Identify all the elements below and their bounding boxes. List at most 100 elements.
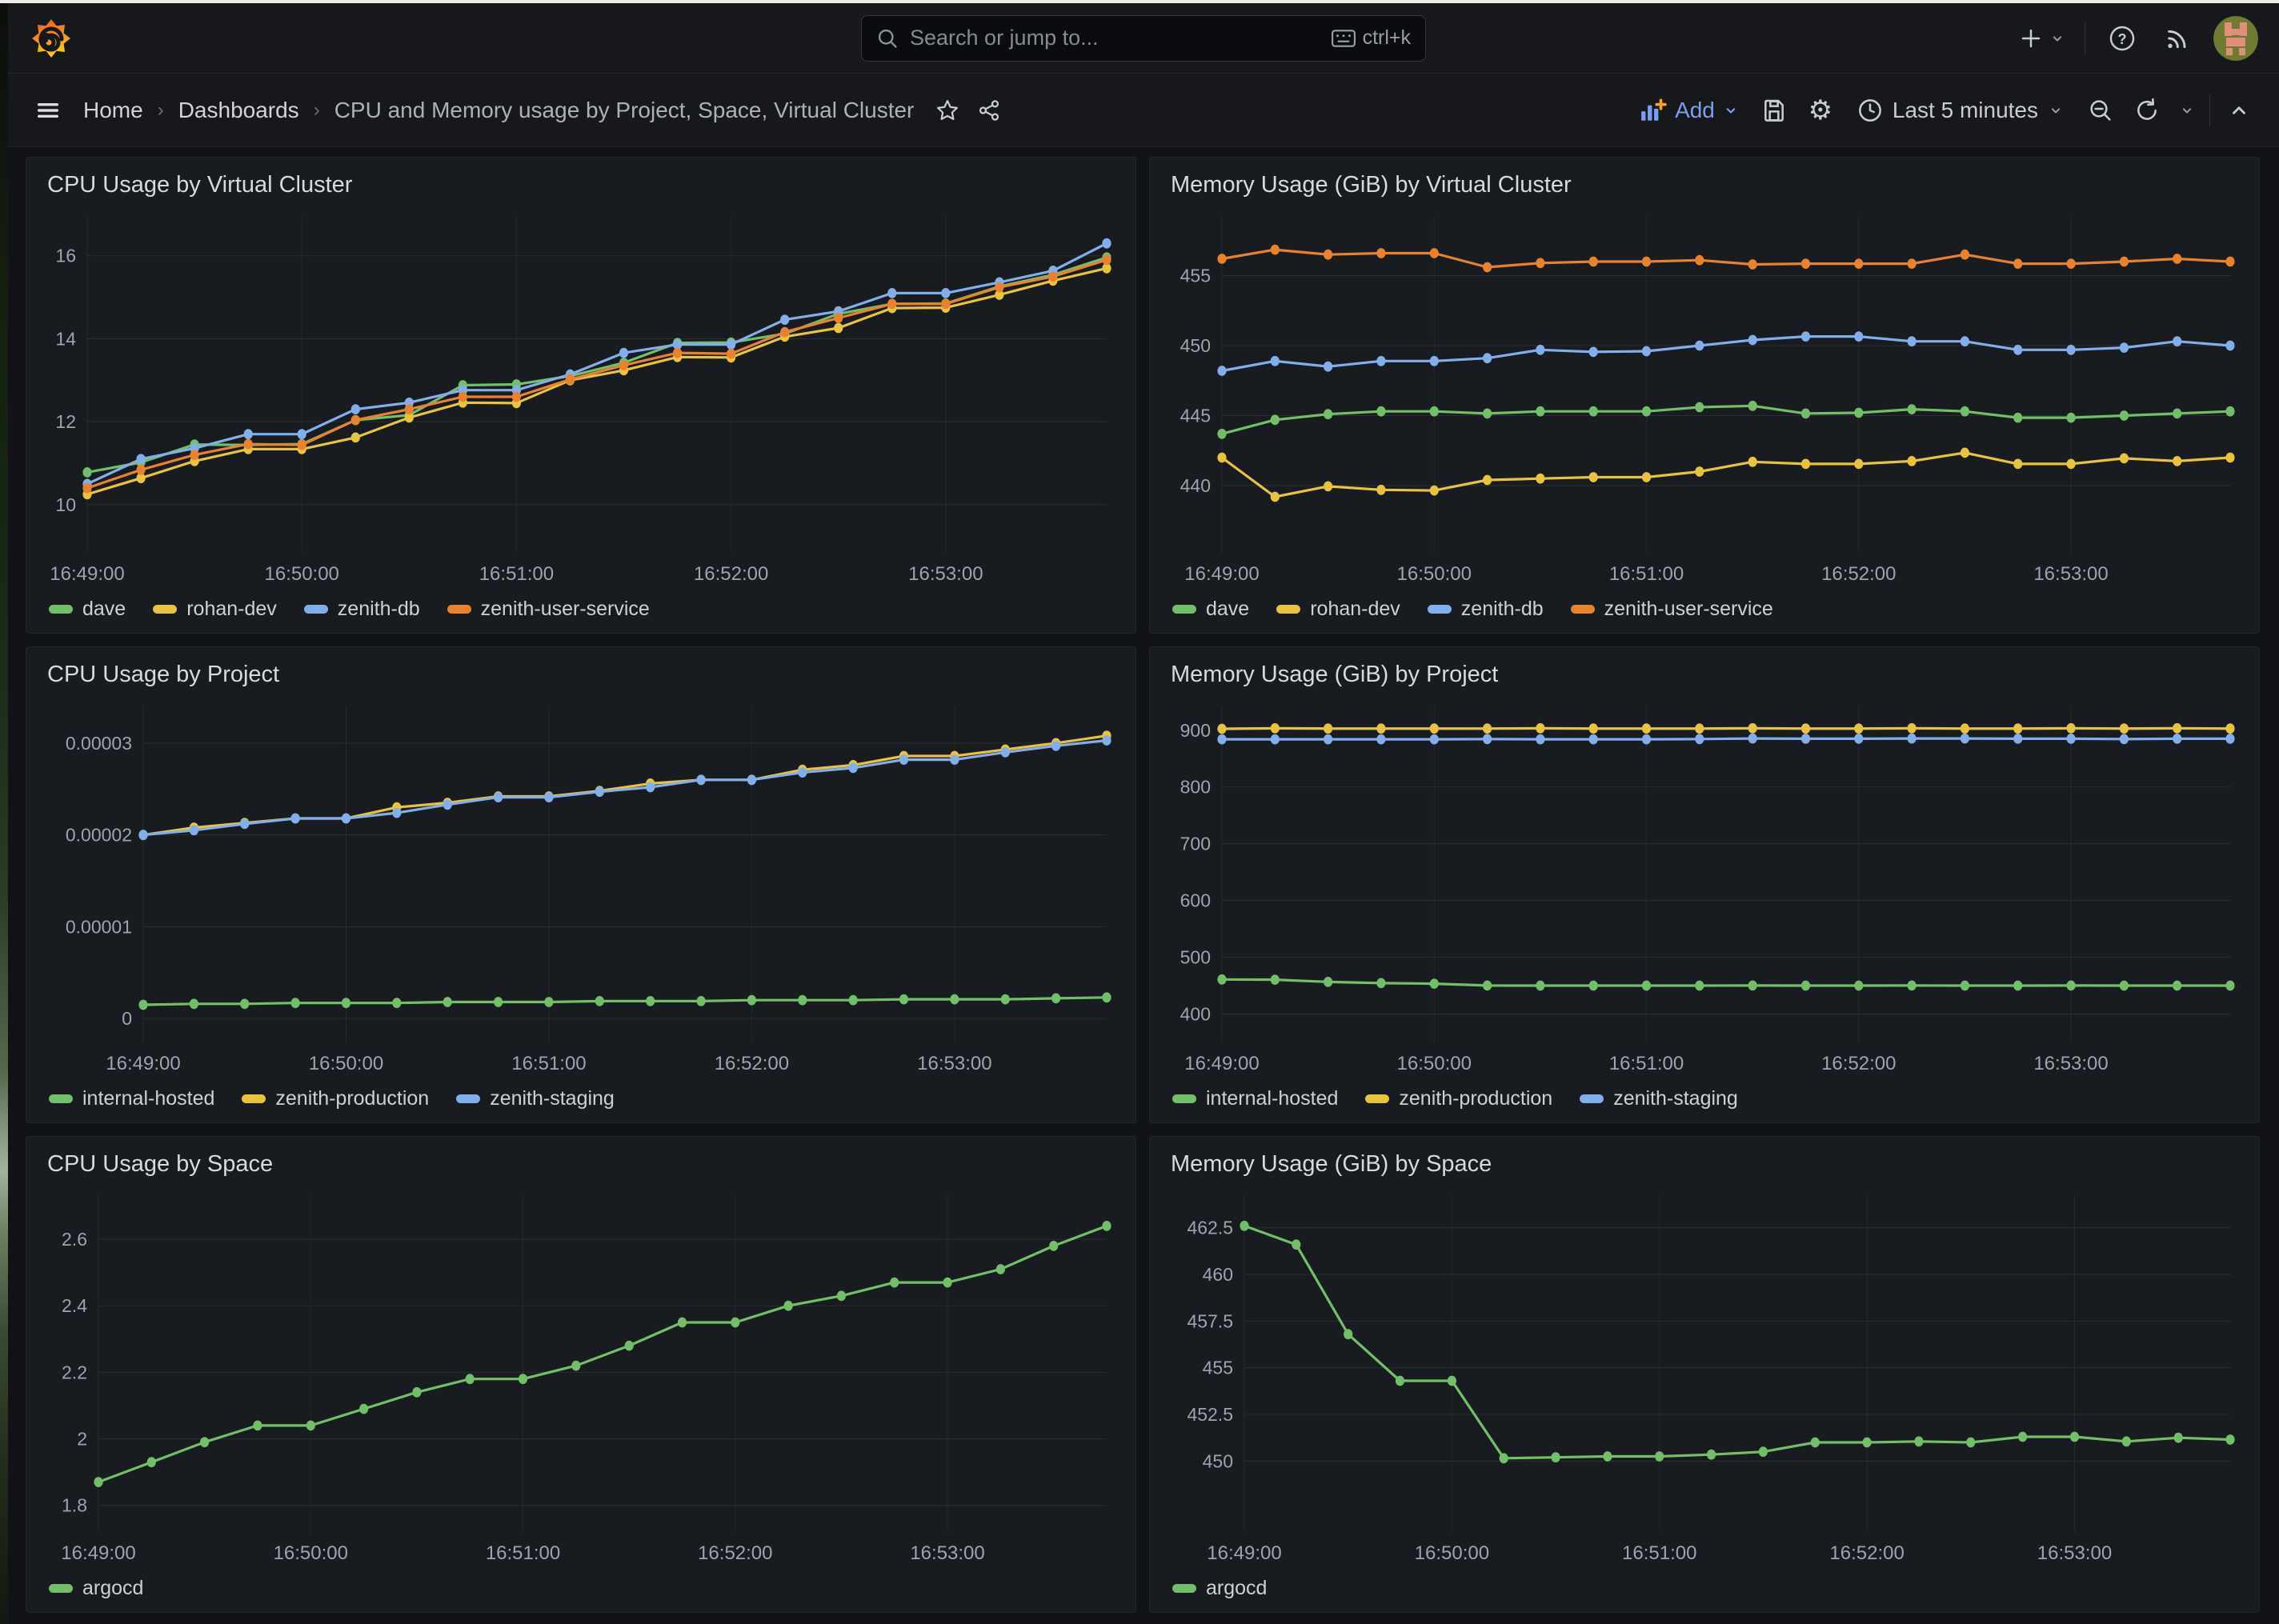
legend-series-color: [49, 1094, 73, 1103]
svg-text:16:52:00: 16:52:00: [1829, 1542, 1904, 1564]
legend-item-zenith-db[interactable]: zenith-db: [1428, 598, 1544, 621]
legend-item-zenith-staging[interactable]: zenith-staging: [1580, 1087, 1738, 1110]
legend-item-zenith-staging[interactable]: zenith-staging: [456, 1087, 615, 1110]
hamburger-icon: [35, 98, 61, 123]
time-range-picker[interactable]: Last 5 minutes: [1849, 98, 2072, 123]
panel-title[interactable]: CPU Usage by Virtual Cluster: [36, 164, 1126, 206]
zoom-out-time-button[interactable]: [2083, 93, 2118, 128]
svg-text:16:49:00: 16:49:00: [1207, 1542, 1281, 1564]
time-series-chart[interactable]: 16:49:0016:50:0016:51:0016:52:0016:53:00…: [36, 206, 1126, 591]
svg-text:16:52:00: 16:52:00: [715, 1053, 789, 1074]
legend-series-color: [1428, 605, 1452, 614]
legend-item-zenith-production[interactable]: zenith-production: [242, 1087, 429, 1110]
panel-title[interactable]: Memory Usage (GiB) by Space: [1160, 1143, 2249, 1185]
grafana-app: ctrl+k ?: [8, 3, 2279, 1624]
svg-text:16:50:00: 16:50:00: [274, 1542, 348, 1564]
legend-series-color: [153, 605, 177, 614]
svg-text:462.5: 462.5: [1187, 1218, 1233, 1238]
panel-title[interactable]: Memory Usage (GiB) by Virtual Cluster: [1160, 164, 2249, 206]
svg-text:16:53:00: 16:53:00: [2037, 1542, 2112, 1564]
legend-item-internal-hosted[interactable]: internal-hosted: [49, 1087, 214, 1110]
svg-text:16:52:00: 16:52:00: [1821, 1053, 1896, 1074]
chart-legend: internal-hosted zenith-production zenith-s…: [36, 1081, 1126, 1116]
refresh-icon: [2134, 98, 2160, 123]
legend-item-rohan-dev[interactable]: rohan-dev: [153, 598, 277, 621]
legend-series-color: [456, 1094, 480, 1103]
search-box[interactable]: ctrl+k: [861, 15, 1426, 62]
new-button[interactable]: [2019, 21, 2065, 56]
svg-text:445: 445: [1180, 406, 1211, 426]
svg-text:16:50:00: 16:50:00: [264, 563, 338, 585]
legend-item-zenith-user-service[interactable]: zenith-user-service: [447, 598, 650, 621]
legend-series-name: internal-hosted: [82, 1087, 214, 1110]
legend-item-argocd[interactable]: argocd: [49, 1577, 143, 1600]
panel-title[interactable]: CPU Usage by Space: [36, 1143, 1126, 1185]
refresh-interval-dropdown[interactable]: [2176, 93, 2198, 128]
dashboard-settings-button[interactable]: ⚙: [1803, 93, 1838, 128]
breadcrumb-home[interactable]: Home: [83, 98, 143, 123]
legend-item-zenith-db[interactable]: zenith-db: [304, 598, 420, 621]
refresh-dashboard-button[interactable]: [2129, 93, 2165, 128]
svg-text:16:51:00: 16:51:00: [1609, 1053, 1684, 1074]
svg-text:600: 600: [1180, 890, 1211, 911]
legend-series-name: zenith-production: [275, 1087, 429, 1110]
legend-series-color: [49, 605, 73, 614]
time-series-chart[interactable]: 16:49:0016:50:0016:51:0016:52:0016:53:00…: [36, 1185, 1126, 1570]
chevron-up-icon: [2229, 100, 2249, 121]
top-nav-bar: ctrl+k ?: [8, 3, 2279, 74]
svg-text:16:49:00: 16:49:00: [1184, 1053, 1259, 1074]
legend-series-name: dave: [1206, 598, 1249, 621]
time-series-chart[interactable]: 16:49:0016:50:0016:51:0016:52:0016:53:00…: [36, 695, 1126, 1081]
search-input[interactable]: [910, 26, 1320, 50]
breadcrumb-dashboards[interactable]: Dashboards: [178, 98, 299, 123]
plus-icon: [2019, 26, 2043, 50]
collapse-topbar-button[interactable]: [2221, 93, 2257, 128]
panel-title[interactable]: CPU Usage by Project: [36, 654, 1126, 695]
add-panel-button[interactable]: Add: [1633, 98, 1745, 123]
legend-series-color: [1571, 605, 1595, 614]
legend-item-argocd[interactable]: argocd: [1172, 1577, 1267, 1600]
legend-series-color: [1172, 1094, 1196, 1103]
breadcrumb-current-dashboard: CPU and Memory usage by Project, Space, …: [334, 98, 915, 123]
grafana-logo[interactable]: [29, 16, 74, 61]
time-series-chart[interactable]: 16:49:0016:50:0016:51:0016:52:0016:53:00…: [1160, 1185, 2249, 1570]
legend-item-zenith-production[interactable]: zenith-production: [1365, 1087, 1552, 1110]
chevron-down-icon: [2048, 102, 2064, 118]
user-avatar[interactable]: [2213, 16, 2258, 61]
chevron-down-icon: [2179, 102, 2195, 118]
svg-text:16:50:00: 16:50:00: [1415, 1542, 1489, 1564]
legend-series-name: zenith-db: [338, 598, 420, 621]
legend-item-dave[interactable]: dave: [49, 598, 126, 621]
time-series-chart[interactable]: 16:49:0016:50:0016:51:0016:52:0016:53:00…: [1160, 206, 2249, 591]
legend-series-name: zenith-staging: [490, 1087, 615, 1110]
avatar-image: [2213, 16, 2258, 61]
svg-text:440: 440: [1180, 475, 1211, 496]
legend-item-dave[interactable]: dave: [1172, 598, 1249, 621]
help-button[interactable]: ?: [2105, 21, 2140, 56]
panel-title[interactable]: Memory Usage (GiB) by Project: [1160, 654, 2249, 695]
chevron-down-icon: [2049, 30, 2065, 46]
add-panel-icon: [1640, 98, 1667, 123]
svg-text:2.4: 2.4: [62, 1295, 87, 1316]
save-icon: [1761, 98, 1787, 123]
legend-series-color: [1365, 1094, 1389, 1103]
news-button[interactable]: [2159, 21, 2194, 56]
legend-series-color: [447, 605, 471, 614]
svg-text:10: 10: [55, 494, 76, 515]
menu-button[interactable]: [30, 93, 66, 128]
time-series-chart[interactable]: 16:49:0016:50:0016:51:0016:52:0016:53:00…: [1160, 695, 2249, 1081]
legend-item-rohan-dev[interactable]: rohan-dev: [1276, 598, 1400, 621]
save-dashboard-button[interactable]: [1756, 93, 1792, 128]
legend-series-name: zenith-staging: [1613, 1087, 1738, 1110]
svg-text:900: 900: [1180, 720, 1211, 741]
legend-item-zenith-user-service[interactable]: zenith-user-service: [1571, 598, 1773, 621]
legend-series-color: [1580, 1094, 1604, 1103]
share-button[interactable]: [971, 93, 1007, 128]
favorite-button[interactable]: [930, 93, 965, 128]
add-label: Add: [1675, 98, 1715, 123]
svg-text:2.6: 2.6: [62, 1229, 87, 1250]
svg-text:16:50:00: 16:50:00: [1397, 1053, 1472, 1074]
legend-series-color: [49, 1584, 73, 1593]
legend-item-internal-hosted[interactable]: internal-hosted: [1172, 1087, 1338, 1110]
breadcrumb-separator: ›: [158, 99, 164, 122]
